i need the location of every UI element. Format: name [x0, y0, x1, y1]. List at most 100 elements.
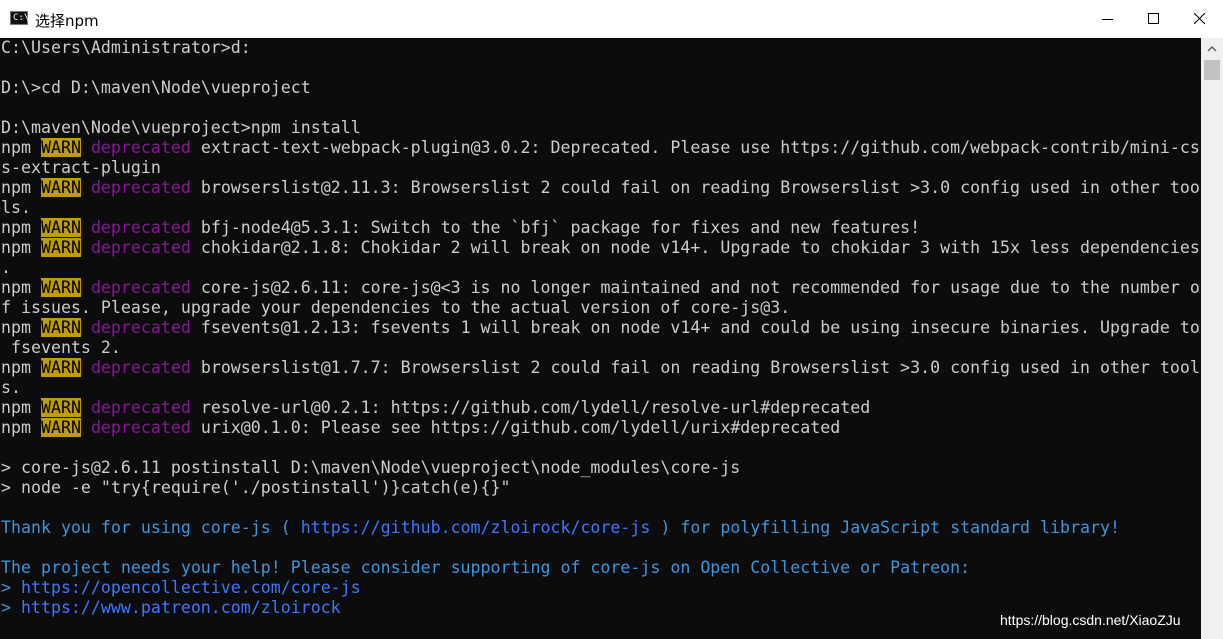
- watermark: https://blog.csdn.net/XiaoZJu: [1000, 612, 1181, 628]
- minimize-button[interactable]: [1085, 0, 1131, 38]
- console-text: ls.: [1, 198, 31, 217]
- warn-badge: WARN: [40, 238, 81, 257]
- console-text: .: [1, 258, 11, 277]
- console-text: resolve-url@0.2.1: https://github.com/ly…: [190, 398, 871, 417]
- console-line: D:\maven\Node\vueproject>npm install: [1, 118, 361, 138]
- console-line: npm WARN deprecated urix@0.1.0: Please s…: [1, 418, 840, 438]
- warn-badge: WARN: [40, 398, 81, 417]
- url-link: https://www.patreon.com/zloirock: [20, 598, 341, 617]
- console-text: s.: [1, 378, 21, 397]
- console-text: extract-text-webpack-plugin@3.0.2: Depre…: [190, 138, 1200, 157]
- console-line: npm WARN deprecated chokidar@2.1.8: Chok…: [1, 238, 1200, 258]
- console-line: npm WARN deprecated browserslist@2.11.3:…: [1, 178, 1200, 198]
- deprecated-label: deprecated: [90, 418, 191, 437]
- console-line: f issues. Please, upgrade your dependenc…: [1, 298, 790, 318]
- console-text: fsevents@1.2.13: fsevents 1 will break o…: [190, 318, 1200, 337]
- vertical-scrollbar[interactable]: [1201, 38, 1223, 639]
- maximize-button[interactable]: [1131, 0, 1177, 38]
- console-line: npm WARN deprecated extract-text-webpack…: [1, 138, 1200, 158]
- close-button[interactable]: [1177, 0, 1223, 38]
- console-line: > core-js@2.6.11 postinstall D:\maven\No…: [1, 458, 740, 478]
- console-line: ls.: [1, 198, 31, 218]
- console-line: npm WARN deprecated resolve-url@0.2.1: h…: [1, 398, 870, 418]
- console-line: fsevents 2.: [1, 338, 121, 358]
- console-text: > node -e "try{require('./postinstall')}…: [1, 478, 511, 497]
- warn-badge: WARN: [40, 418, 81, 437]
- console-text: D:\maven\Node\vueproject>npm install: [1, 118, 361, 137]
- console-text: f issues. Please, upgrade your dependenc…: [1, 298, 791, 317]
- console-text: urix@0.1.0: Please see https://github.co…: [190, 418, 841, 437]
- deprecated-label: deprecated: [90, 398, 191, 417]
- console-output[interactable]: C:\Users\Administrator>d: D:\>cd D:\maven…: [0, 38, 1201, 639]
- scrollbar-thumb[interactable]: [1204, 60, 1220, 80]
- title-bar[interactable]: C:\ 选择npm: [0, 0, 1223, 38]
- console-line: D:\>cd D:\maven\Node\vueproject: [1, 78, 311, 98]
- minimize-icon: [1102, 19, 1113, 20]
- console-text: Thank you for using core-js (: [1, 518, 301, 537]
- console-line: > https://opencollective.com/core-js: [1, 578, 361, 598]
- warn-badge: WARN: [40, 218, 81, 237]
- warn-badge: WARN: [40, 178, 81, 197]
- console-text: npm: [1, 358, 41, 377]
- console-line: > node -e "try{require('./postinstall')}…: [1, 478, 511, 498]
- console-text: npm: [1, 318, 41, 337]
- console-line: Thank you for using core-js ( https://gi…: [1, 518, 1120, 538]
- console-text: >: [1, 578, 21, 597]
- console-text: npm: [1, 238, 41, 257]
- console-line: npm WARN deprecated browserslist@1.7.7: …: [1, 358, 1200, 378]
- scroll-up-arrow-icon[interactable]: [1205, 42, 1219, 56]
- warn-badge: WARN: [40, 318, 81, 337]
- console-text: The project needs your help! Please cons…: [1, 558, 971, 577]
- console-line: The project needs your help! Please cons…: [1, 558, 970, 578]
- warn-badge: WARN: [40, 278, 81, 297]
- console-text: npm: [1, 218, 41, 237]
- console-text: ) for polyfilling JavaScript standard li…: [650, 518, 1120, 537]
- console-text: npm: [1, 418, 41, 437]
- deprecated-label: deprecated: [90, 238, 191, 257]
- console-text: npm: [1, 138, 41, 157]
- console-text: chokidar@2.1.8: Chokidar 2 will break on…: [190, 238, 1200, 257]
- warn-badge: WARN: [40, 138, 81, 157]
- console-text: D:\>cd D:\maven\Node\vueproject: [1, 78, 311, 97]
- deprecated-label: deprecated: [90, 218, 191, 237]
- deprecated-label: deprecated: [90, 138, 191, 157]
- console-text: browserslist@1.7.7: Browserslist 2 could…: [190, 358, 1200, 377]
- console-text: >: [1, 598, 21, 617]
- deprecated-label: deprecated: [90, 178, 191, 197]
- deprecated-label: deprecated: [90, 318, 191, 337]
- console-text: browserslist@2.11.3: Browserslist 2 coul…: [190, 178, 1200, 197]
- console-text: C:\Users\Administrator>d:: [1, 38, 251, 57]
- console-text: s-extract-plugin: [1, 158, 161, 177]
- url-link: https://opencollective.com/core-js: [20, 578, 361, 597]
- deprecated-label: deprecated: [90, 278, 191, 297]
- console-line: s-extract-plugin: [1, 158, 161, 178]
- console-text: > core-js@2.6.11 postinstall D:\maven\No…: [1, 458, 741, 477]
- warn-badge: WARN: [40, 358, 81, 377]
- console-text: npm: [1, 398, 41, 417]
- close-icon: [1194, 13, 1206, 25]
- console-line: s.: [1, 378, 21, 398]
- console-line: > https://www.patreon.com/zloirock: [1, 598, 341, 618]
- window-title: 选择npm: [35, 12, 99, 30]
- console-line: .: [1, 258, 11, 278]
- console-line: npm WARN deprecated bfj-node4@5.3.1: Swi…: [1, 218, 920, 238]
- deprecated-label: deprecated: [90, 358, 191, 377]
- terminal-icon: C:\: [10, 11, 29, 25]
- console-text: npm: [1, 178, 41, 197]
- console-text: npm: [1, 278, 41, 297]
- maximize-icon: [1148, 13, 1159, 24]
- console-line: npm WARN deprecated fsevents@1.2.13: fse…: [1, 318, 1200, 338]
- url-link: https://github.com/zloirock/core-js: [300, 518, 651, 537]
- console-text: fsevents 2.: [1, 338, 121, 357]
- console-line: npm WARN deprecated core-js@2.6.11: core…: [1, 278, 1200, 298]
- console-text: bfj-node4@5.3.1: Switch to the `bfj` pac…: [190, 218, 921, 237]
